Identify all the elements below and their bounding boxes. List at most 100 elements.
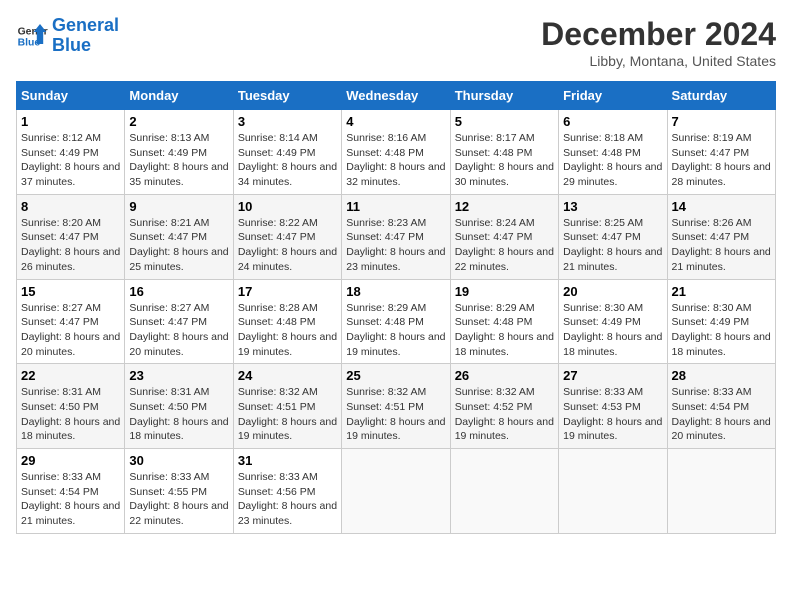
day-info: Sunrise: 8:32 AMSunset: 4:51 PMDaylight:…	[346, 386, 445, 442]
calendar-cell: 23 Sunrise: 8:31 AMSunset: 4:50 PMDaylig…	[125, 364, 233, 449]
day-info: Sunrise: 8:29 AMSunset: 4:48 PMDaylight:…	[346, 302, 445, 358]
day-info: Sunrise: 8:23 AMSunset: 4:47 PMDaylight:…	[346, 217, 445, 273]
calendar-cell: 20 Sunrise: 8:30 AMSunset: 4:49 PMDaylig…	[559, 279, 667, 364]
day-info: Sunrise: 8:22 AMSunset: 4:47 PMDaylight:…	[238, 217, 337, 273]
calendar-week-4: 22 Sunrise: 8:31 AMSunset: 4:50 PMDaylig…	[17, 364, 776, 449]
day-info: Sunrise: 8:32 AMSunset: 4:51 PMDaylight:…	[238, 386, 337, 442]
day-info: Sunrise: 8:13 AMSunset: 4:49 PMDaylight:…	[129, 132, 228, 188]
day-info: Sunrise: 8:18 AMSunset: 4:48 PMDaylight:…	[563, 132, 662, 188]
calendar-cell: 29 Sunrise: 8:33 AMSunset: 4:54 PMDaylig…	[17, 449, 125, 534]
calendar-cell	[342, 449, 450, 534]
day-info: Sunrise: 8:31 AMSunset: 4:50 PMDaylight:…	[21, 386, 120, 442]
day-number: 20	[563, 284, 662, 299]
calendar-cell: 2 Sunrise: 8:13 AMSunset: 4:49 PMDayligh…	[125, 110, 233, 195]
day-number: 23	[129, 368, 228, 383]
calendar-cell: 13 Sunrise: 8:25 AMSunset: 4:47 PMDaylig…	[559, 194, 667, 279]
col-header-wednesday: Wednesday	[342, 82, 450, 110]
day-number: 18	[346, 284, 445, 299]
calendar-cell: 22 Sunrise: 8:31 AMSunset: 4:50 PMDaylig…	[17, 364, 125, 449]
day-number: 14	[672, 199, 771, 214]
day-number: 15	[21, 284, 120, 299]
calendar-cell: 25 Sunrise: 8:32 AMSunset: 4:51 PMDaylig…	[342, 364, 450, 449]
calendar-cell: 30 Sunrise: 8:33 AMSunset: 4:55 PMDaylig…	[125, 449, 233, 534]
day-info: Sunrise: 8:33 AMSunset: 4:54 PMDaylight:…	[21, 471, 120, 527]
day-info: Sunrise: 8:32 AMSunset: 4:52 PMDaylight:…	[455, 386, 554, 442]
page-header: General Blue General Blue December 2024 …	[16, 16, 776, 69]
day-info: Sunrise: 8:30 AMSunset: 4:49 PMDaylight:…	[672, 302, 771, 358]
calendar-cell: 28 Sunrise: 8:33 AMSunset: 4:54 PMDaylig…	[667, 364, 775, 449]
day-number: 4	[346, 114, 445, 129]
day-number: 9	[129, 199, 228, 214]
calendar-week-5: 29 Sunrise: 8:33 AMSunset: 4:54 PMDaylig…	[17, 449, 776, 534]
calendar-week-1: 1 Sunrise: 8:12 AMSunset: 4:49 PMDayligh…	[17, 110, 776, 195]
calendar-cell: 12 Sunrise: 8:24 AMSunset: 4:47 PMDaylig…	[450, 194, 558, 279]
day-number: 27	[563, 368, 662, 383]
day-number: 8	[21, 199, 120, 214]
day-number: 19	[455, 284, 554, 299]
day-info: Sunrise: 8:28 AMSunset: 4:48 PMDaylight:…	[238, 302, 337, 358]
calendar-cell: 14 Sunrise: 8:26 AMSunset: 4:47 PMDaylig…	[667, 194, 775, 279]
calendar-cell: 7 Sunrise: 8:19 AMSunset: 4:47 PMDayligh…	[667, 110, 775, 195]
calendar-cell: 27 Sunrise: 8:33 AMSunset: 4:53 PMDaylig…	[559, 364, 667, 449]
calendar-cell: 5 Sunrise: 8:17 AMSunset: 4:48 PMDayligh…	[450, 110, 558, 195]
col-header-friday: Friday	[559, 82, 667, 110]
day-number: 7	[672, 114, 771, 129]
calendar-cell: 10 Sunrise: 8:22 AMSunset: 4:47 PMDaylig…	[233, 194, 341, 279]
col-header-thursday: Thursday	[450, 82, 558, 110]
day-info: Sunrise: 8:31 AMSunset: 4:50 PMDaylight:…	[129, 386, 228, 442]
day-number: 29	[21, 453, 120, 468]
calendar-cell	[667, 449, 775, 534]
calendar-header: SundayMondayTuesdayWednesdayThursdayFrid…	[17, 82, 776, 110]
calendar-title: December 2024	[541, 16, 776, 53]
col-header-saturday: Saturday	[667, 82, 775, 110]
day-info: Sunrise: 8:25 AMSunset: 4:47 PMDaylight:…	[563, 217, 662, 273]
day-number: 13	[563, 199, 662, 214]
logo: General Blue General Blue	[16, 16, 119, 56]
calendar-cell: 4 Sunrise: 8:16 AMSunset: 4:48 PMDayligh…	[342, 110, 450, 195]
calendar-cell: 15 Sunrise: 8:27 AMSunset: 4:47 PMDaylig…	[17, 279, 125, 364]
calendar-cell: 6 Sunrise: 8:18 AMSunset: 4:48 PMDayligh…	[559, 110, 667, 195]
calendar-table: SundayMondayTuesdayWednesdayThursdayFrid…	[16, 81, 776, 534]
calendar-cell: 3 Sunrise: 8:14 AMSunset: 4:49 PMDayligh…	[233, 110, 341, 195]
calendar-cell: 18 Sunrise: 8:29 AMSunset: 4:48 PMDaylig…	[342, 279, 450, 364]
day-number: 10	[238, 199, 337, 214]
day-number: 31	[238, 453, 337, 468]
day-number: 16	[129, 284, 228, 299]
calendar-cell: 1 Sunrise: 8:12 AMSunset: 4:49 PMDayligh…	[17, 110, 125, 195]
calendar-title-area: December 2024 Libby, Montana, United Sta…	[541, 16, 776, 69]
day-number: 2	[129, 114, 228, 129]
day-info: Sunrise: 8:29 AMSunset: 4:48 PMDaylight:…	[455, 302, 554, 358]
day-info: Sunrise: 8:33 AMSunset: 4:56 PMDaylight:…	[238, 471, 337, 527]
logo-text-line1: General	[52, 16, 119, 36]
day-number: 17	[238, 284, 337, 299]
day-info: Sunrise: 8:17 AMSunset: 4:48 PMDaylight:…	[455, 132, 554, 188]
day-number: 30	[129, 453, 228, 468]
day-number: 25	[346, 368, 445, 383]
day-number: 28	[672, 368, 771, 383]
calendar-subtitle: Libby, Montana, United States	[541, 53, 776, 69]
calendar-cell: 19 Sunrise: 8:29 AMSunset: 4:48 PMDaylig…	[450, 279, 558, 364]
day-info: Sunrise: 8:19 AMSunset: 4:47 PMDaylight:…	[672, 132, 771, 188]
day-info: Sunrise: 8:30 AMSunset: 4:49 PMDaylight:…	[563, 302, 662, 358]
day-number: 12	[455, 199, 554, 214]
calendar-cell: 16 Sunrise: 8:27 AMSunset: 4:47 PMDaylig…	[125, 279, 233, 364]
day-number: 21	[672, 284, 771, 299]
day-info: Sunrise: 8:27 AMSunset: 4:47 PMDaylight:…	[21, 302, 120, 358]
col-header-monday: Monday	[125, 82, 233, 110]
logo-icon: General Blue	[16, 20, 48, 52]
day-number: 24	[238, 368, 337, 383]
day-number: 6	[563, 114, 662, 129]
calendar-cell: 21 Sunrise: 8:30 AMSunset: 4:49 PMDaylig…	[667, 279, 775, 364]
calendar-cell: 31 Sunrise: 8:33 AMSunset: 4:56 PMDaylig…	[233, 449, 341, 534]
day-number: 3	[238, 114, 337, 129]
calendar-cell: 11 Sunrise: 8:23 AMSunset: 4:47 PMDaylig…	[342, 194, 450, 279]
calendar-cell	[559, 449, 667, 534]
col-header-tuesday: Tuesday	[233, 82, 341, 110]
calendar-cell: 17 Sunrise: 8:28 AMSunset: 4:48 PMDaylig…	[233, 279, 341, 364]
day-info: Sunrise: 8:33 AMSunset: 4:54 PMDaylight:…	[672, 386, 771, 442]
calendar-cell: 9 Sunrise: 8:21 AMSunset: 4:47 PMDayligh…	[125, 194, 233, 279]
day-number: 22	[21, 368, 120, 383]
day-info: Sunrise: 8:21 AMSunset: 4:47 PMDaylight:…	[129, 217, 228, 273]
logo-text-line2: Blue	[52, 36, 119, 56]
day-info: Sunrise: 8:20 AMSunset: 4:47 PMDaylight:…	[21, 217, 120, 273]
